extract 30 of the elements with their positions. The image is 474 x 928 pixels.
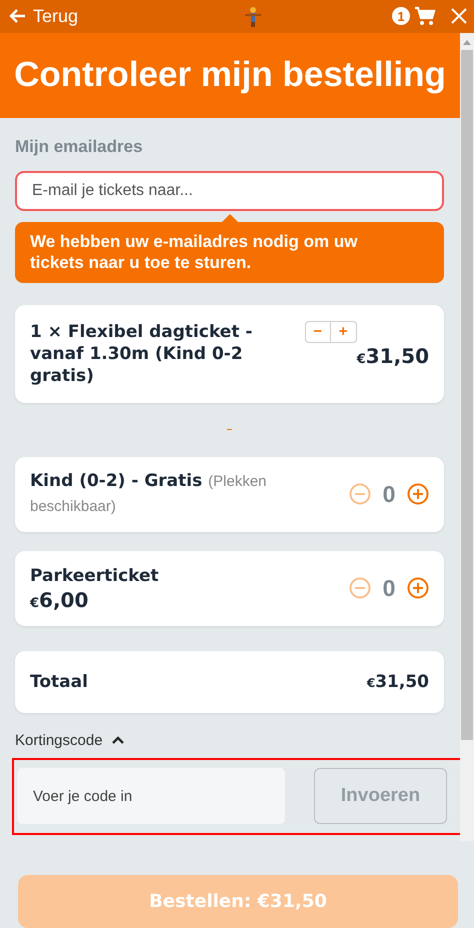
total-label: Totaal	[30, 672, 88, 692]
decrease-button[interactable]: −	[304, 320, 331, 343]
scrollbar-thumb[interactable]	[461, 50, 473, 740]
cart-count-badge: 1	[392, 7, 410, 26]
quantity-count: 0	[382, 574, 396, 602]
plus-circle-icon[interactable]	[407, 577, 429, 600]
total-amount: €31,50	[366, 672, 429, 692]
ticket-price: €6,00	[30, 588, 90, 612]
cart-icon[interactable]	[414, 6, 436, 26]
discount-code-field[interactable]: Voer je code in	[17, 768, 285, 824]
tooltip-pointer-icon	[222, 214, 238, 222]
email-field[interactable]: E-mail je tickets naar...	[15, 170, 444, 211]
ticket-title: 1 × Flexibel dagticket - vanaf 1.30m (Kind 0-2 gratis)	[30, 320, 254, 387]
back-button[interactable]: Terug	[8, 6, 78, 27]
discount-toggle[interactable]: Kortingscode	[15, 732, 125, 749]
email-label: Mijn emailadres	[15, 136, 144, 157]
chevron-up-icon	[110, 735, 125, 746]
close-icon[interactable]	[450, 7, 468, 26]
quantity-count: 0	[382, 480, 396, 508]
back-arrow-icon	[8, 8, 26, 24]
ticket-price: €31,50	[356, 344, 429, 368]
page-title: Controleer mijn bestelling	[14, 55, 446, 96]
ticket-title: Kind (0-2) - Gratis (Plekken beschikbaar)	[30, 470, 268, 518]
plus-circle-icon[interactable]	[407, 483, 429, 506]
error-tooltip: We hebben uw e-mailadres nodig om uw tickets naar u toe te sturen.	[15, 222, 444, 283]
mascot-logo-icon	[243, 6, 263, 28]
scrollbar[interactable]	[460, 32, 474, 841]
ticket-title: Parkeerticket	[30, 565, 159, 588]
increase-button[interactable]: +	[330, 320, 357, 343]
scroll-up-icon[interactable]	[463, 40, 471, 45]
